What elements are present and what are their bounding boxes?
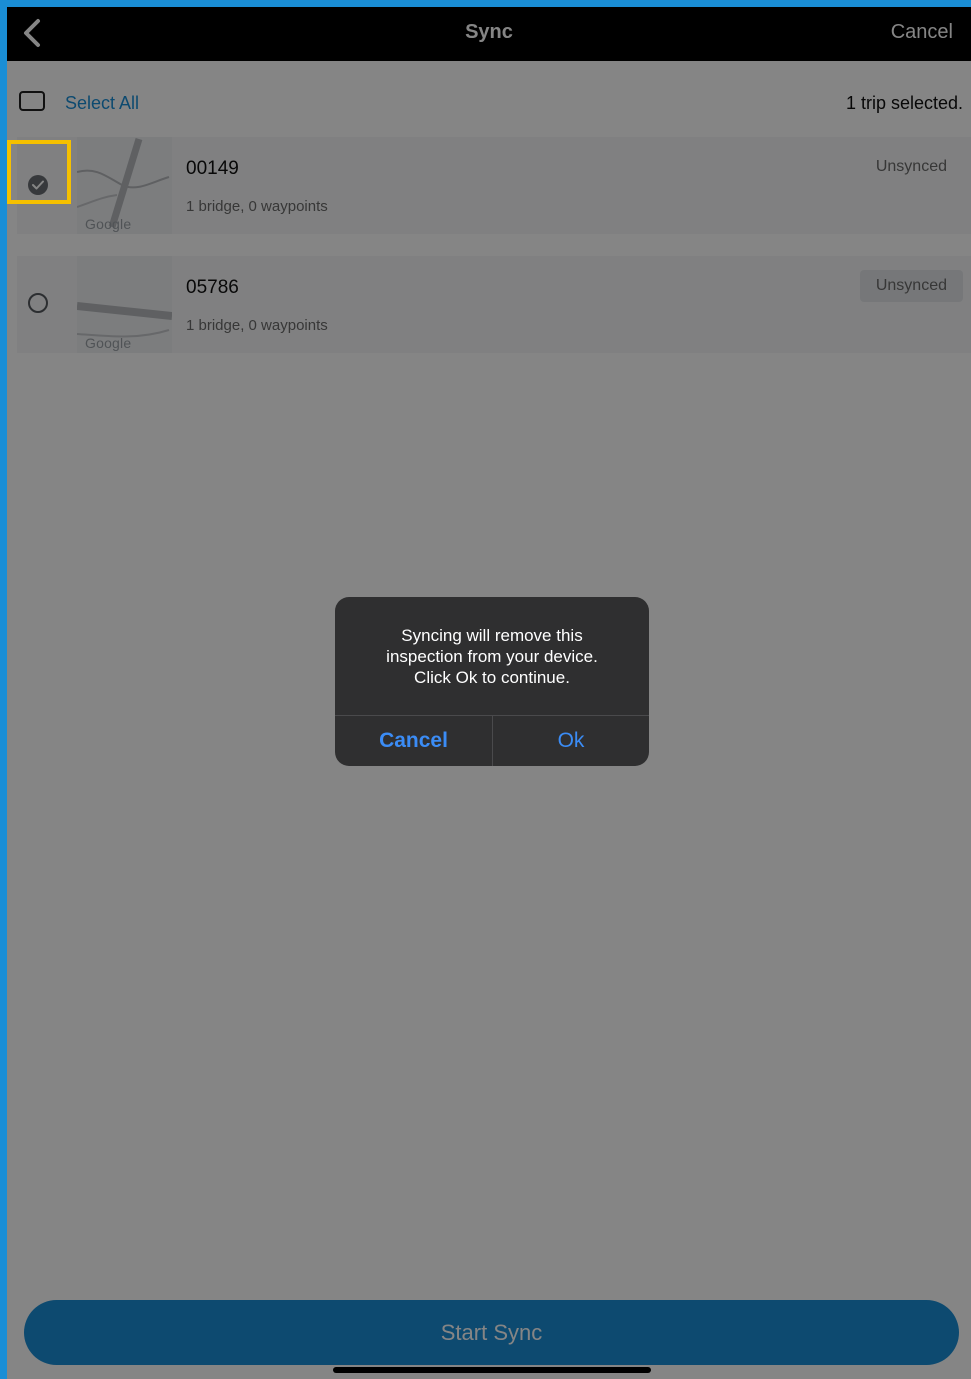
alert-message-line: inspection from your device. <box>386 647 598 666</box>
alert-message: Syncing will remove this inspection from… <box>351 625 633 688</box>
alert-ok-button[interactable]: Ok <box>493 716 649 766</box>
sync-screen: Sync Cancel Select All 1 trip selected. … <box>7 7 971 1379</box>
alert-message-line: Click Ok to continue. <box>414 668 570 687</box>
confirm-alert: Syncing will remove this inspection from… <box>335 597 649 766</box>
alert-cancel-button[interactable]: Cancel <box>335 716 492 766</box>
alert-message-line: Syncing will remove this <box>401 626 583 645</box>
highlight-annotation <box>7 140 71 204</box>
